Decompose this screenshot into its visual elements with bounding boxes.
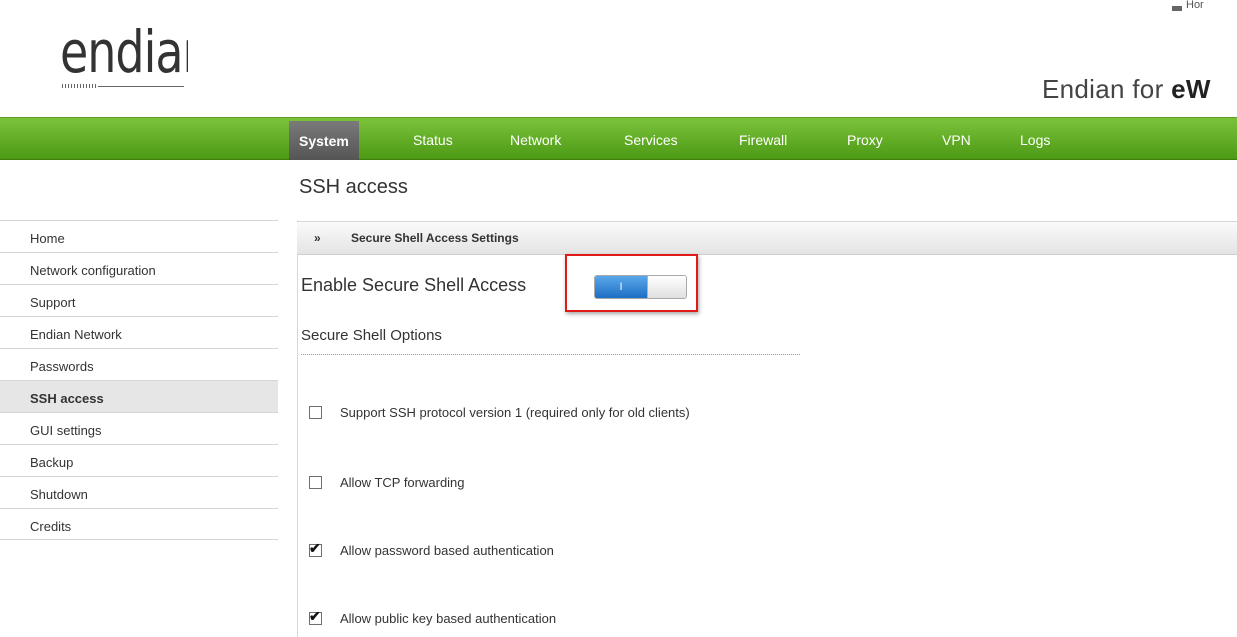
sidebar-item-backup[interactable]: Backup bbox=[0, 444, 278, 476]
svg-text:endian: endian bbox=[60, 22, 188, 86]
section-header-ssh-settings[interactable]: » Secure Shell Access Settings bbox=[297, 221, 1237, 255]
sidebar-item-passwords[interactable]: Passwords bbox=[0, 348, 278, 380]
options-heading: Secure Shell Options bbox=[301, 327, 442, 344]
product-title: Endian for eW bbox=[1042, 74, 1211, 105]
sidebar-item-home[interactable]: Home bbox=[0, 220, 278, 252]
option-label: Allow password based authentication bbox=[340, 542, 554, 558]
option-password-auth[interactable]: ✔ Allow password based authentication bbox=[309, 540, 554, 559]
sidebar-item-support[interactable]: Support bbox=[0, 284, 278, 316]
checkbox-ssh-protocol-v1[interactable] bbox=[309, 405, 322, 419]
checkmark-icon: ✔ bbox=[309, 539, 321, 556]
dotted-divider bbox=[301, 354, 800, 355]
checkbox-password-auth[interactable]: ✔ bbox=[309, 540, 322, 557]
nav-tab-vpn[interactable]: VPN bbox=[942, 118, 971, 160]
chevron-right-icon: » bbox=[314, 231, 321, 245]
checkbox-public-key-auth[interactable]: ✔ bbox=[309, 608, 322, 625]
enable-ssh-label: Enable Secure Shell Access bbox=[301, 275, 527, 295]
header-corner-text: Hor bbox=[1186, 0, 1204, 11]
header-corner-link[interactable]: Hor bbox=[1168, 0, 1237, 20]
product-title-bold: eW bbox=[1171, 74, 1211, 104]
option-label: Support SSH protocol version 1 (required… bbox=[340, 404, 690, 420]
sidebar-item-shutdown[interactable]: Shutdown bbox=[0, 476, 278, 508]
sidebar-item-ssh-access[interactable]: SSH access bbox=[0, 380, 278, 412]
option-tcp-forwarding[interactable]: Allow TCP forwarding bbox=[309, 473, 465, 491]
nav-tab-logs[interactable]: Logs bbox=[1020, 118, 1050, 160]
option-label: Allow TCP forwarding bbox=[340, 474, 465, 490]
endian-logo-mark: endian bbox=[60, 20, 212, 88]
product-title-prefix: Endian for bbox=[1042, 74, 1172, 104]
page-title: SSH access bbox=[299, 176, 408, 198]
content-divider bbox=[297, 220, 298, 637]
nav-tab-proxy[interactable]: Proxy bbox=[847, 118, 883, 160]
highlight-box bbox=[565, 254, 698, 312]
nav-tab-firewall[interactable]: Firewall bbox=[739, 118, 787, 160]
option-label: Allow public key based authentication bbox=[340, 610, 557, 626]
nav-tab-status[interactable]: Status bbox=[413, 118, 453, 160]
sidebar: Home Network configuration Support Endia… bbox=[0, 220, 278, 540]
option-public-key-auth[interactable]: ✔ Allow public key based authentication bbox=[309, 608, 557, 627]
sidebar-item-credits[interactable]: Credits bbox=[0, 508, 278, 540]
sidebar-item-endian-network[interactable]: Endian Network bbox=[0, 316, 278, 348]
nav-tab-network[interactable]: Network bbox=[510, 118, 561, 160]
main-navigation: System Status Network Services Firewall … bbox=[0, 117, 1237, 160]
endian-logo[interactable]: endian bbox=[58, 20, 212, 90]
home-icon bbox=[1172, 6, 1182, 11]
nav-tab-system[interactable]: System bbox=[289, 121, 359, 160]
checkmark-icon: ✔ bbox=[309, 607, 321, 624]
checkbox-tcp-forwarding[interactable] bbox=[309, 475, 322, 489]
sidebar-item-gui-settings[interactable]: GUI settings bbox=[0, 412, 278, 444]
nav-tab-services[interactable]: Services bbox=[624, 118, 678, 160]
section-title: Secure Shell Access Settings bbox=[351, 231, 519, 245]
sidebar-item-network-configuration[interactable]: Network configuration bbox=[0, 252, 278, 284]
option-ssh-protocol-v1[interactable]: Support SSH protocol version 1 (required… bbox=[309, 403, 690, 421]
